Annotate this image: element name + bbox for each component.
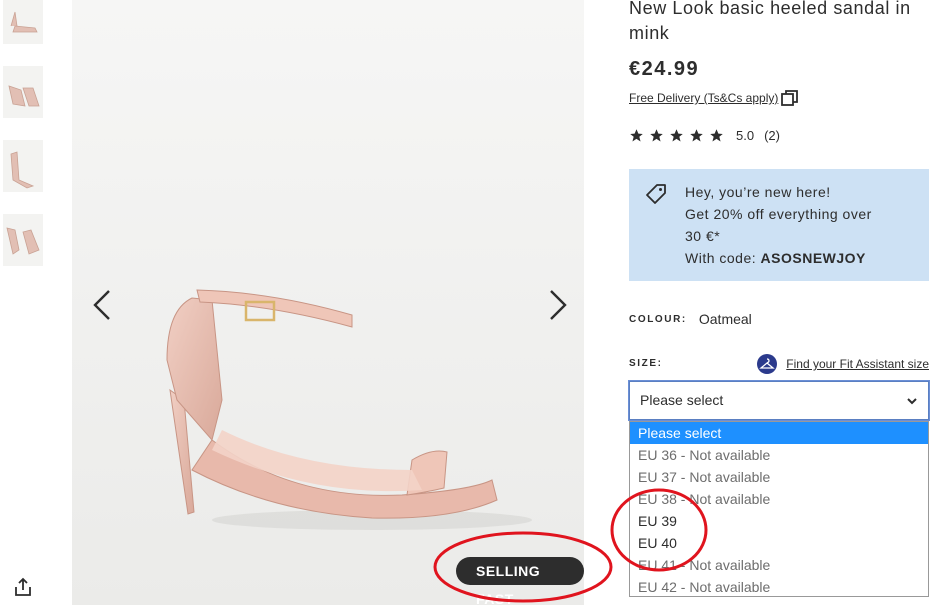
thumbnail-2[interactable]: [3, 66, 43, 118]
size-option-eu42[interactable]: EU 42 - Not available: [630, 576, 928, 598]
star-icon: [630, 129, 643, 142]
price-tag-icon: [646, 184, 666, 204]
size-label: SIZE:: [629, 358, 663, 369]
star-icon: [710, 129, 723, 142]
hanger-icon: [757, 354, 778, 374]
star-icon: [670, 129, 683, 142]
product-image: [72, 0, 584, 605]
size-option-eu39[interactable]: EU 39: [630, 510, 928, 532]
promo-line-1: Hey, you’re new here!: [685, 184, 831, 200]
product-price: €24.99: [629, 58, 700, 80]
size-option-eu36[interactable]: EU 36 - Not available: [630, 444, 928, 466]
rating-stars: [629, 128, 724, 143]
thumbnail-1[interactable]: [3, 0, 43, 44]
free-delivery-link[interactable]: Free Delivery (Ts&Cs apply): [629, 89, 800, 107]
star-icon: [690, 129, 703, 142]
thumbnail-4[interactable]: [3, 214, 43, 266]
fit-assistant-link[interactable]: Find your Fit Assistant size: [757, 354, 929, 374]
size-select[interactable]: Please select: [628, 380, 930, 421]
previous-image-arrow-icon[interactable]: [84, 285, 124, 325]
size-dropdown-list: Please select EU 36 - Not available EU 3…: [629, 421, 929, 597]
star-icon: [650, 129, 663, 142]
promo-line-2: Get 20% off everything over: [685, 206, 872, 222]
free-delivery-label[interactable]: Free Delivery (Ts&Cs apply): [629, 91, 778, 105]
size-option-eu41[interactable]: EU 41 - Not available: [630, 554, 928, 576]
promo-code-line: With code: ASOSNEWJOY: [685, 247, 913, 269]
promo-code: ASOSNEWJOY: [760, 250, 866, 266]
promo-code-prefix: With code:: [685, 250, 761, 266]
rating-count: (2): [764, 128, 780, 143]
colour-row: COLOUR: Oatmeal: [629, 311, 752, 327]
size-header: SIZE: Find your Fit Assistant size: [629, 354, 929, 374]
selling-fast-badge: SELLING FAST: [456, 557, 584, 605]
product-title: New Look basic heeled sandal in mink: [629, 0, 911, 43]
next-image-arrow-icon[interactable]: [536, 285, 576, 325]
open-in-new-icon: [781, 90, 799, 106]
colour-value: Oatmeal: [698, 311, 752, 327]
size-option-eu40[interactable]: EU 40: [630, 532, 928, 554]
product-rating[interactable]: 5.0 (2): [629, 128, 780, 143]
rating-score: 5.0: [736, 128, 755, 143]
colour-label: COLOUR:: [629, 313, 687, 325]
new-customer-promo: Hey, you’re new here! Get 20% off everyt…: [629, 169, 929, 281]
thumbnail-3[interactable]: [3, 140, 43, 192]
size-option-eu38[interactable]: EU 38 - Not available: [630, 488, 928, 510]
size-option-please-select[interactable]: Please select: [630, 422, 928, 444]
size-select-value: Please select: [640, 392, 724, 408]
chevron-down-icon: [907, 398, 917, 405]
share-icon[interactable]: [12, 576, 34, 598]
product-image-gallery: SELLING FAST: [72, 0, 584, 605]
promo-line-3: 30 €*: [685, 228, 721, 244]
fit-assistant-label[interactable]: Find your Fit Assistant size: [786, 357, 929, 371]
size-option-eu37[interactable]: EU 37 - Not available: [630, 466, 928, 488]
